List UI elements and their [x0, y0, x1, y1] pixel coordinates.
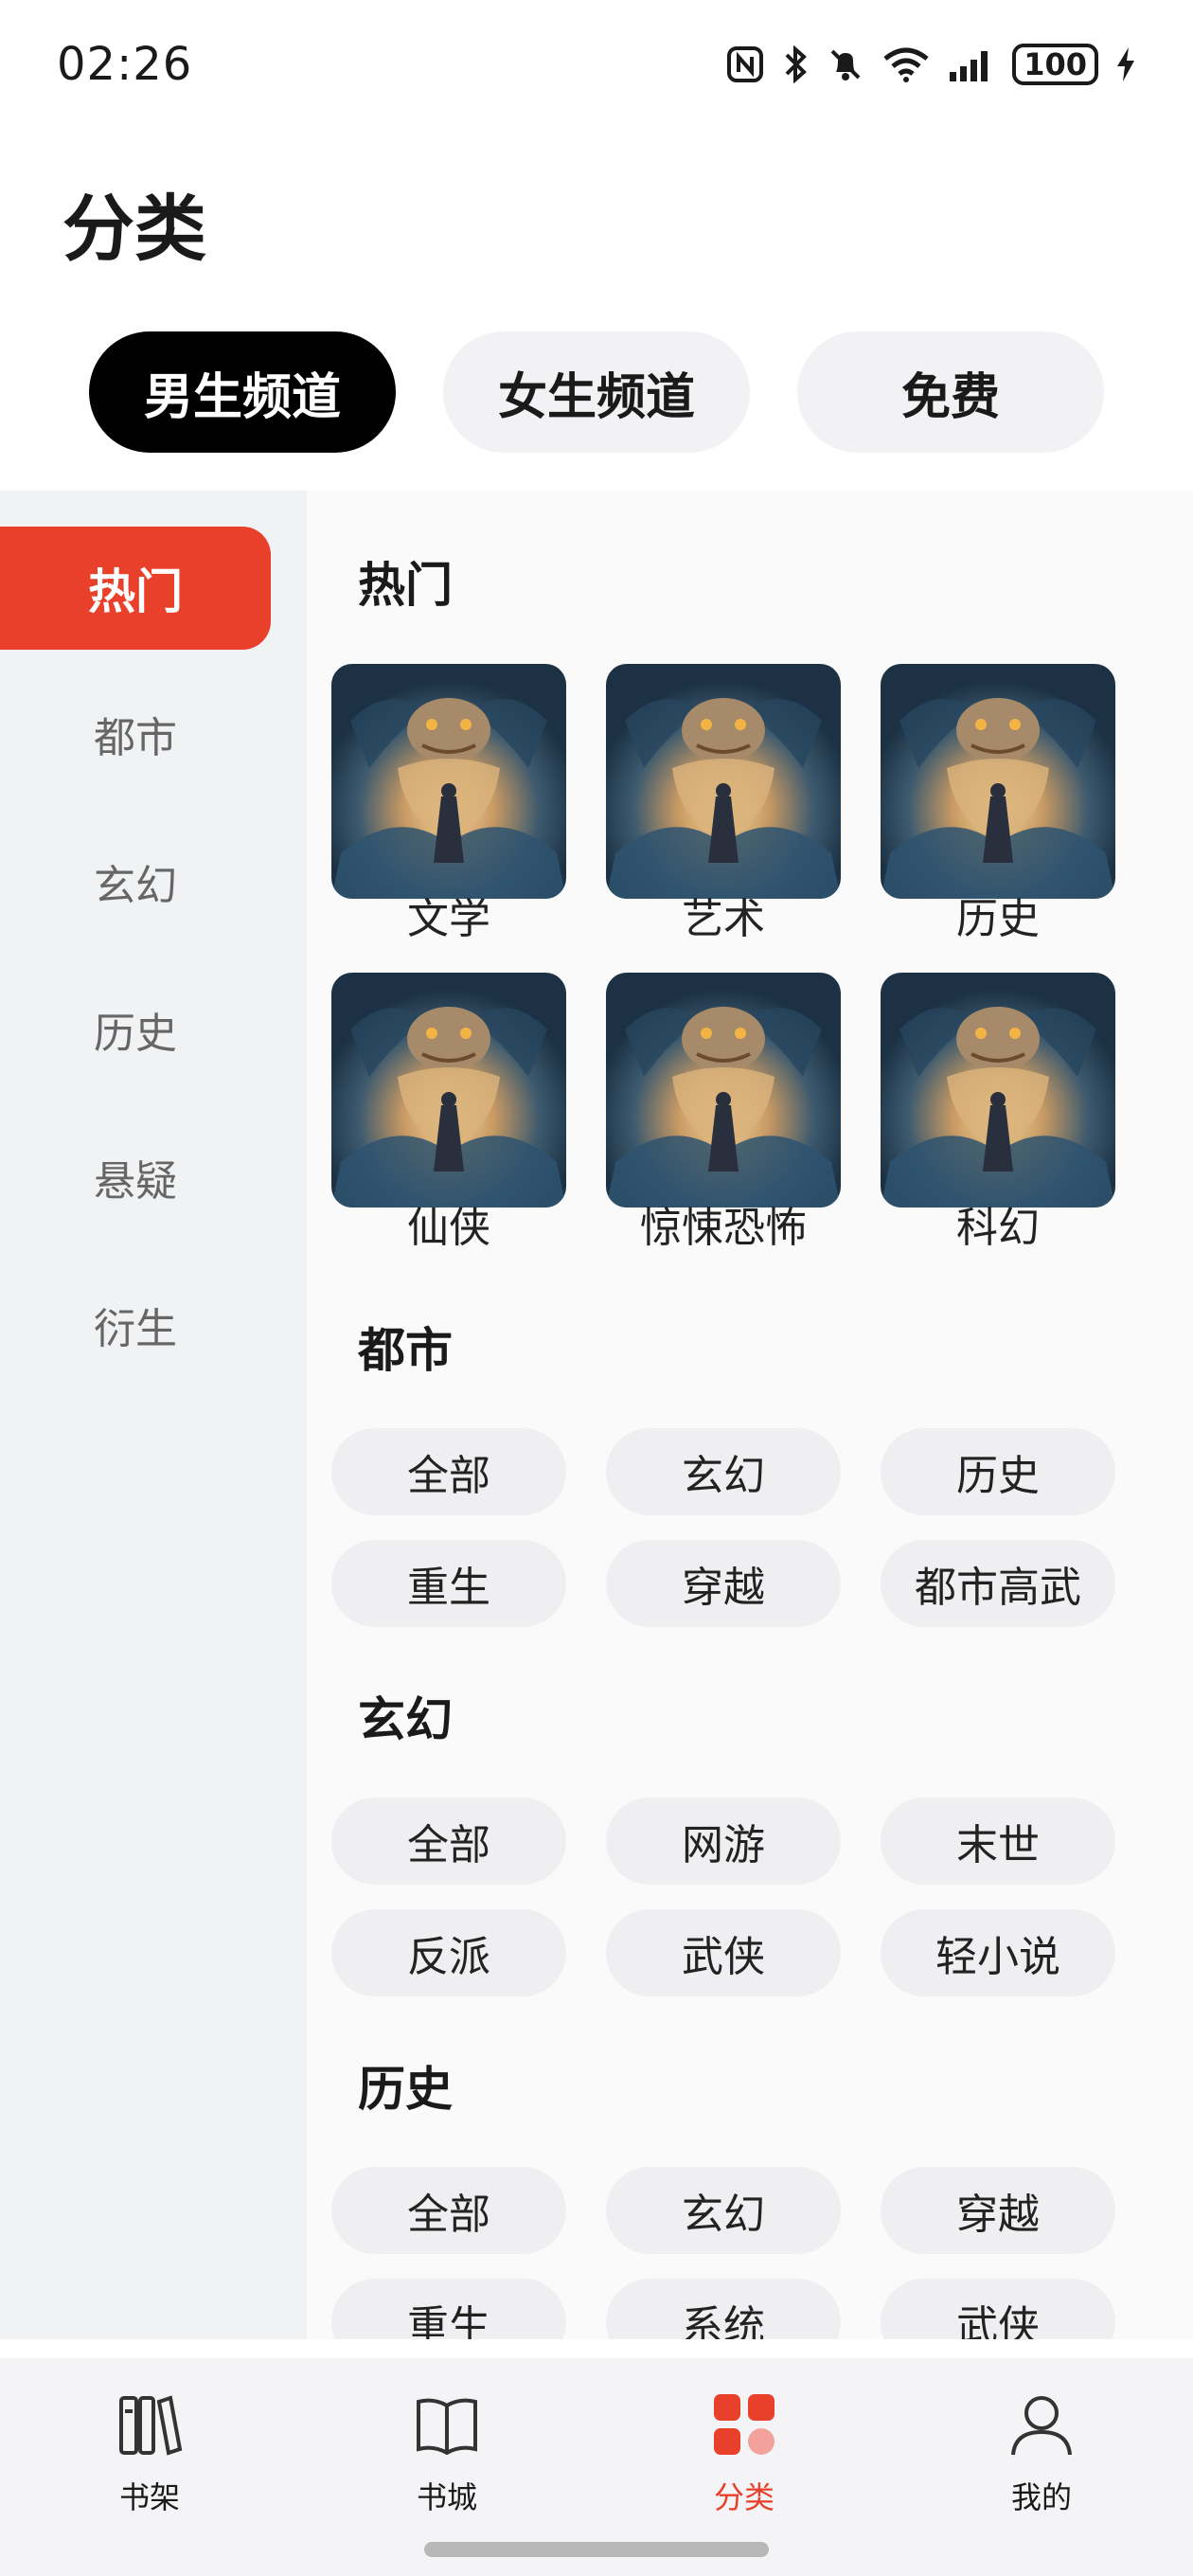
sidebar-item-urban[interactable]: 都市	[0, 672, 271, 796]
battery-level: 100	[1012, 44, 1098, 85]
sidebar-item-hot[interactable]: 热门	[0, 527, 271, 650]
section-title-urban: 都市	[358, 1323, 453, 1378]
sidebar-item-history[interactable]: 历史	[0, 968, 271, 1091]
category-content: 热门 文学 艺术 历史 仙侠 惊悚恐怖 科幻 都市 全部 玄幻 历史 重生 穿越…	[307, 491, 1193, 2339]
tag-pill[interactable]: 全部	[331, 1428, 566, 1515]
tag-pill[interactable]: 全部	[331, 2167, 566, 2254]
signal-icon	[948, 42, 995, 87]
section-title-fantasy: 玄幻	[358, 1692, 453, 1747]
tag-pill[interactable]: 都市高武	[881, 1540, 1115, 1627]
tag-pill[interactable]: 末世	[881, 1798, 1115, 1885]
status-icons: 100	[726, 42, 1136, 87]
tag-pill[interactable]: 历史	[881, 1428, 1115, 1515]
hot-item-label: 艺术	[682, 895, 765, 943]
tag-pill[interactable]: 轻小说	[881, 1909, 1115, 1996]
hot-item-label: 科幻	[956, 1204, 1040, 1252]
status-time: 02:26	[57, 38, 193, 91]
home-indicator[interactable]	[424, 2542, 769, 2557]
tag-pill[interactable]: 反派	[331, 1909, 566, 1996]
bookshelf-icon	[112, 2387, 187, 2462]
tag-pill[interactable]: 玄幻	[606, 2167, 841, 2254]
cover-image	[881, 664, 1115, 899]
sidebar-item-fantasy[interactable]: 玄幻	[0, 820, 271, 943]
category-sidebar: 热门 都市 玄幻 历史 悬疑 衍生	[0, 491, 307, 2339]
tag-pill[interactable]: 武侠	[606, 1909, 841, 1996]
tag-pill[interactable]: 系统	[606, 2279, 841, 2339]
hot-item-label: 历史	[956, 895, 1040, 943]
nav-bookstore[interactable]: 书城	[352, 2387, 542, 2517]
tag-pill[interactable]: 武侠	[881, 2279, 1115, 2339]
tag-pill[interactable]: 重生	[331, 1540, 566, 1627]
hot-item[interactable]: 惊悚恐怖	[606, 973, 841, 1255]
nav-label: 书城	[416, 2479, 477, 2515]
tag-pill[interactable]: 穿越	[881, 2167, 1115, 2254]
bell-muted-icon	[827, 42, 864, 87]
hot-item[interactable]: 文学	[331, 664, 566, 946]
section-title-hot: 热门	[358, 558, 453, 613]
cover-image	[881, 973, 1115, 1208]
tag-pill[interactable]: 玄幻	[606, 1428, 841, 1515]
section-title-history: 历史	[358, 2062, 453, 2117]
book-open-icon	[409, 2387, 485, 2462]
bluetooth-icon	[781, 42, 810, 87]
sidebar-item-derivative[interactable]: 衍生	[0, 1263, 271, 1386]
wifi-icon	[881, 42, 931, 87]
profile-icon	[1004, 2387, 1079, 2462]
channel-tabs: 男生频道 女生频道 免费	[89, 331, 1104, 453]
page-title: 分类	[62, 187, 206, 271]
nav-label: 我的	[1010, 2479, 1072, 2515]
charging-icon	[1115, 42, 1136, 87]
tag-pill[interactable]: 网游	[606, 1798, 841, 1885]
category-grid-icon	[706, 2387, 782, 2462]
tag-pill[interactable]: 全部	[331, 1798, 566, 1885]
cover-image	[331, 664, 566, 899]
nav-bookshelf[interactable]: 书架	[55, 2387, 244, 2517]
nav-profile[interactable]: 我的	[947, 2387, 1136, 2517]
tag-pill[interactable]: 重生	[331, 2279, 566, 2339]
nav-label: 分类	[713, 2479, 775, 2515]
tab-male-channel[interactable]: 男生频道	[89, 331, 396, 453]
sidebar-item-suspense[interactable]: 悬疑	[0, 1116, 271, 1239]
nav-label: 书架	[118, 2479, 180, 2515]
hot-item[interactable]: 历史	[881, 664, 1115, 946]
hot-item-label: 惊悚恐怖	[640, 1204, 807, 1252]
tab-female-channel[interactable]: 女生频道	[443, 331, 750, 453]
status-bar: 02:26 100	[0, 0, 1193, 133]
nav-category[interactable]: 分类	[650, 2387, 839, 2517]
hot-item-label: 仙侠	[407, 1204, 490, 1252]
nfc-icon	[726, 42, 764, 87]
cover-image	[606, 664, 841, 899]
hot-item[interactable]: 科幻	[881, 973, 1115, 1255]
cover-image	[606, 973, 841, 1208]
battery-icon: 100	[1012, 42, 1098, 87]
hot-item[interactable]: 艺术	[606, 664, 841, 946]
cover-image	[331, 973, 566, 1208]
hot-item[interactable]: 仙侠	[331, 973, 566, 1255]
tab-free[interactable]: 免费	[797, 331, 1104, 453]
hot-item-label: 文学	[407, 895, 490, 943]
tag-pill[interactable]: 穿越	[606, 1540, 841, 1627]
